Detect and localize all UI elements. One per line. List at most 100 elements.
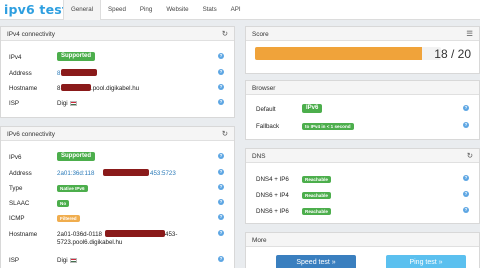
ipv6-address-row: Address 2a01:36d:118 453:5723 ? <box>1 167 234 180</box>
row-label: Address <box>9 170 32 177</box>
ipv6-icmp-row: ICMP Filtered ? <box>1 212 234 225</box>
help-icon[interactable]: ? <box>463 175 469 181</box>
tab-stats[interactable]: Stats <box>196 0 224 20</box>
hostname-line1-suffix: 453- <box>165 231 178 238</box>
speed-test-button[interactable]: Speed test » <box>276 255 356 268</box>
help-icon[interactable]: ? <box>218 153 224 159</box>
ping-test-button[interactable]: Ping test » <box>386 255 466 268</box>
more-panel-header: More <box>246 233 479 247</box>
score-progress-fill <box>255 47 423 60</box>
address-prefix[interactable]: 2a01:36d:118 <box>57 170 94 177</box>
type-badge: Native IPv6 <box>57 184 88 192</box>
help-icon[interactable]: ? <box>218 99 224 105</box>
help-icon[interactable]: ? <box>218 169 224 175</box>
tab-website[interactable]: Website <box>159 0 195 20</box>
ipv6-panel: IPv6 connectivity ↻ IPv6 Supported ? Add… <box>0 126 235 268</box>
row-label: IPv4 <box>9 54 22 61</box>
row-label: Address <box>9 70 32 77</box>
hungary-flag-icon <box>69 257 77 263</box>
score-progress-bar <box>255 47 441 60</box>
refresh-icon[interactable]: ↻ <box>222 129 228 138</box>
default-badge: IPv6 <box>302 104 323 113</box>
fallback-badge: to IPv4 in < 1 second <box>302 122 354 130</box>
reachable-badge: Reachable <box>302 175 331 183</box>
isp-name: Digi <box>57 100 68 107</box>
ipv6-row: IPv6 Supported ? <box>1 151 234 164</box>
help-icon[interactable]: ? <box>218 69 224 75</box>
tab-general[interactable]: General <box>63 0 102 20</box>
row-label: ISP <box>9 257 19 264</box>
row-label: ICMP <box>9 215 25 222</box>
redaction-mark <box>61 84 91 91</box>
help-icon[interactable]: ? <box>463 105 469 111</box>
redaction-mark <box>61 69 97 76</box>
score-panel: Score ☰ 18 / 20 <box>245 26 480 74</box>
ipv4-row: IPv4 Supported ? <box>1 51 234 64</box>
address-suffix[interactable]: 453:5723 <box>150 170 176 177</box>
ipv6-panel-header: IPv6 connectivity ↻ <box>1 127 234 141</box>
status-badge: Supported <box>57 152 95 161</box>
browser-default-row: Default IPv6 ? <box>246 103 479 116</box>
help-icon[interactable]: ? <box>218 230 224 236</box>
tab-ping[interactable]: Ping <box>133 0 159 20</box>
browser-fallback-row: Fallback to IPv4 in < 1 second ? <box>246 120 479 133</box>
row-label: Type <box>9 185 23 192</box>
hostname-suffix: .pool.digikabel.hu <box>91 85 140 92</box>
address-value[interactable]: 8 <box>57 70 60 77</box>
ipv6-type-row: Type Native IPv6 ? <box>1 182 234 195</box>
ipv6-isp-row: ISP Digi ? <box>1 254 234 267</box>
hostname-line2: 5723.pool6.digikabel.hu <box>57 239 123 246</box>
isp-value: Digi <box>57 257 77 264</box>
ipv4-hostname-row: Hostname 8 .pool.digikabel.hu ? <box>1 82 234 95</box>
top-navbar: ipv6 test General Speed Ping Website Sta… <box>0 0 480 20</box>
ipv4-panel: IPv4 connectivity ↻ IPv4 Supported ? Add… <box>0 26 235 118</box>
help-icon[interactable]: ? <box>218 214 224 220</box>
refresh-icon[interactable]: ↻ <box>467 151 473 160</box>
row-label: SLAAC <box>9 200 30 207</box>
row-label: IPv6 <box>9 154 22 161</box>
panel-title: Score <box>252 30 269 38</box>
ipv6-hostname-row: Hostname 2a01-036d-0118 453- 5723.pool6.… <box>1 228 234 250</box>
help-icon[interactable]: ? <box>218 256 224 262</box>
row-label: DNS6 + IP4 <box>256 192 289 199</box>
row-label: Hostname <box>9 85 38 92</box>
hostname-prefix: 8 <box>57 85 61 92</box>
nav-tabs: General Speed Ping Website Stats API <box>63 0 248 20</box>
isp-value: Digi <box>57 100 77 107</box>
score-panel-header: Score ☰ <box>246 27 479 41</box>
redaction-mark <box>105 230 165 237</box>
panel-title: Browser <box>252 84 276 92</box>
panel-title: More <box>252 236 267 244</box>
ipv4-panel-header: IPv4 connectivity ↻ <box>1 27 234 41</box>
ipv4-isp-row: ISP Digi ? <box>1 97 234 110</box>
help-icon[interactable]: ? <box>218 53 224 59</box>
dns-panel: DNS ↻ DNS4 + IP6 Reachable ? DNS6 + IP4 … <box>245 148 480 224</box>
help-icon[interactable]: ? <box>463 122 469 128</box>
help-icon[interactable]: ? <box>463 191 469 197</box>
browser-panel: Browser Default IPv6 ? Fallback to IPv4 … <box>245 80 480 140</box>
app-logo[interactable]: ipv6 test <box>4 2 68 17</box>
help-icon[interactable]: ? <box>463 207 469 213</box>
help-icon[interactable]: ? <box>218 184 224 190</box>
help-icon[interactable]: ? <box>218 199 224 205</box>
row-label: Hostname <box>9 231 38 238</box>
dns-panel-header: DNS ↻ <box>246 149 479 163</box>
help-icon[interactable]: ? <box>218 84 224 90</box>
row-label: DNS6 + IP6 <box>256 208 289 215</box>
dns-row: DNS6 + IP6 Reachable ? <box>246 205 479 218</box>
row-label: Default <box>256 106 276 113</box>
isp-name: Digi <box>57 257 68 264</box>
panel-title: DNS <box>252 152 266 160</box>
panel-title: IPv6 connectivity <box>7 130 55 138</box>
list-icon[interactable]: ☰ <box>466 29 473 38</box>
reachable-badge: Reachable <box>302 207 331 215</box>
tab-speed[interactable]: Speed <box>101 0 133 20</box>
refresh-icon[interactable]: ↻ <box>222 29 228 38</box>
row-label: ISP <box>9 100 19 107</box>
more-panel: More Speed test » Ping test » <box>245 232 480 268</box>
redaction-mark <box>103 169 149 176</box>
hungary-flag-icon <box>69 100 77 106</box>
tab-api[interactable]: API <box>224 0 248 20</box>
dns-row: DNS6 + IP4 Reachable ? <box>246 189 479 202</box>
ipv4-address-row: Address 8 ? <box>1 67 234 80</box>
